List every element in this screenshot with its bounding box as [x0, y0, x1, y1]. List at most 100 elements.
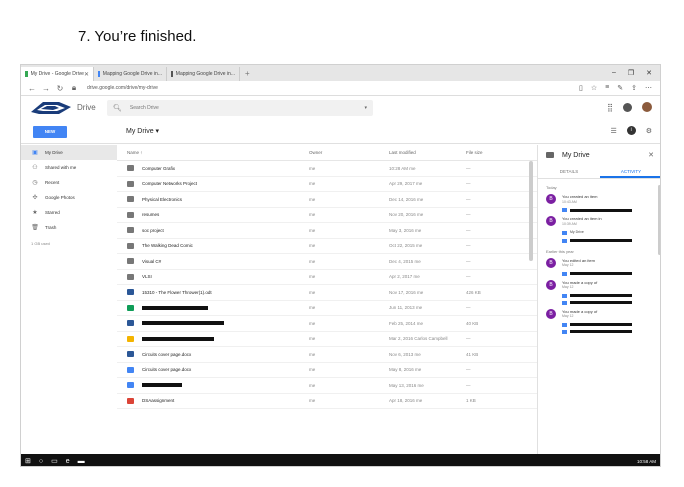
- file-list-scrollbar[interactable]: [529, 161, 533, 261]
- doc-icon: [562, 238, 567, 243]
- file-name: Computer Grafix: [142, 165, 176, 171]
- table-row[interactable]: me Mar 2, 2016 Carlos Campbell —: [117, 332, 537, 347]
- info-icon[interactable]: i: [626, 126, 636, 135]
- file-owner: me: [309, 351, 316, 357]
- new-tab-button[interactable]: +: [240, 69, 255, 78]
- table-row[interactable]: Computer Networks Project me Apr 29, 2017 …: [117, 177, 537, 192]
- forward-icon[interactable]: →: [39, 84, 53, 93]
- favorite-star-icon[interactable]: ☆: [591, 84, 597, 92]
- current-folder-dropdown[interactable]: My Drive ▾: [126, 127, 159, 135]
- org-logo-icon[interactable]: [29, 98, 73, 118]
- file-explorer-icon[interactable]: ▬: [78, 458, 85, 465]
- windows-start-icon[interactable]: ⊞: [25, 457, 31, 465]
- task-view-icon[interactable]: ▭: [51, 457, 58, 465]
- close-window-icon[interactable]: ✕: [646, 69, 652, 77]
- table-row[interactable]: Circuits cover page.docx me May 8, 2016 me…: [117, 363, 537, 378]
- activity-file[interactable]: [562, 293, 632, 298]
- windows-taskbar: ⊞ ○ ▭ e ▬ 10:58 AM: [21, 454, 660, 466]
- share-icon[interactable]: ⇪: [631, 84, 637, 92]
- details-scrollbar[interactable]: [658, 185, 660, 255]
- search-box[interactable]: 🔍︎ ▾: [107, 100, 373, 116]
- note-icon[interactable]: ✎: [617, 84, 623, 92]
- sidebar-item-starred[interactable]: ★ Starred: [21, 205, 117, 220]
- table-row[interactable]: Physical Electronics me Dec 14, 2016 me —: [117, 192, 537, 208]
- column-modified-header[interactable]: Last modified: [389, 150, 466, 155]
- folder-file-icon: [127, 211, 134, 218]
- table-row[interactable]: soc project me May 3, 2016 me —: [117, 223, 537, 239]
- table-row[interactable]: Circuits cover page.docx me Nov 6, 2013 me…: [117, 347, 537, 363]
- url-field[interactable]: drive.google.com/drive/my-drive: [87, 85, 579, 91]
- search-input[interactable]: [129, 105, 330, 111]
- sidebar-item-trash[interactable]: 🗑︎ Trash: [21, 220, 117, 235]
- hub-icon[interactable]: ≡: [605, 84, 609, 92]
- account-avatar[interactable]: [642, 102, 652, 112]
- browser-tab[interactable]: My Drive - Google Drive ✕: [21, 67, 94, 81]
- file-modified: Jun 11, 2013 me: [389, 305, 423, 311]
- table-row[interactable]: DSAassignment me Apr 18, 2016 me 1 KB: [117, 394, 537, 409]
- close-details-icon[interactable]: ✕: [648, 151, 654, 159]
- refresh-icon[interactable]: ↻: [53, 84, 67, 93]
- activity-file[interactable]: [562, 238, 632, 243]
- activity-file[interactable]: [562, 271, 632, 276]
- back-icon[interactable]: ←: [25, 84, 39, 93]
- trash-icon: 🗑︎: [31, 225, 39, 231]
- column-name-header[interactable]: Name ↑: [117, 150, 309, 155]
- table-row[interactable]: Computer Grafix me 10:28 AM me —: [117, 161, 537, 177]
- search-options-icon[interactable]: ▾: [364, 105, 367, 111]
- activity-file[interactable]: [562, 208, 632, 212]
- search-icon[interactable]: ○: [39, 458, 43, 465]
- browser-tab[interactable]: Mapping Google Drive in...: [94, 67, 167, 81]
- file-modified: May 8, 2016 me: [389, 367, 422, 373]
- table-row[interactable]: Visual C# me Dec 4, 2015 me —: [117, 254, 537, 270]
- activity-item: B You created an item 10:43 AM: [538, 190, 660, 212]
- file-size: —: [466, 243, 471, 249]
- more-icon[interactable]: ⋯: [645, 84, 652, 92]
- close-tab-icon[interactable]: ✕: [84, 71, 89, 78]
- pdf-file-icon: [127, 397, 134, 404]
- activity-file[interactable]: My Drive: [562, 230, 632, 236]
- sheet-file-icon: [127, 304, 134, 311]
- sidebar: ▣ My Drive ⚇ Shared with me ◷ Recent ✣ G…: [21, 145, 117, 455]
- sidebar-item-shared[interactable]: ⚇ Shared with me: [21, 160, 117, 175]
- reading-view-icon[interactable]: ▯: [579, 84, 583, 92]
- sidebar-item-my-drive[interactable]: ▣ My Drive: [21, 145, 117, 160]
- address-bar: ← → ↻ 🔒︎ drive.google.com/drive/my-drive…: [21, 81, 660, 96]
- browser-tab[interactable]: Mapping Google Drive in...: [167, 67, 240, 81]
- maximize-icon[interactable]: ❐: [628, 69, 634, 77]
- new-button[interactable]: NEW: [33, 126, 67, 138]
- minimize-icon[interactable]: –: [612, 69, 616, 77]
- activity-file[interactable]: [562, 300, 632, 305]
- file-size: —: [466, 305, 471, 311]
- file-modified: Oct 22, 2015 me: [389, 243, 423, 249]
- settings-gear-icon[interactable]: ⚙: [646, 127, 652, 135]
- sidebar-item-recent[interactable]: ◷ Recent: [21, 175, 117, 190]
- activity-file[interactable]: [562, 322, 632, 327]
- sidebar-item-photos[interactable]: ✣ Google Photos: [21, 190, 117, 205]
- activity-file[interactable]: [562, 329, 632, 334]
- redacted-name: [570, 272, 632, 275]
- file-name: 15310 - The Flower Thrower(1).odt: [142, 289, 212, 295]
- tab-activity[interactable]: ACTIVITY: [600, 165, 660, 178]
- table-row[interactable]: resumes me Nov 20, 2016 me —: [117, 208, 537, 223]
- tab-details[interactable]: DETAILS: [538, 165, 600, 178]
- file-modified: Mar 2, 2016 Carlos Campbell: [389, 336, 448, 342]
- table-row[interactable]: me Feb 25, 2014 me 40 KB: [117, 316, 537, 332]
- file-size: —: [466, 274, 471, 280]
- redacted-name: [570, 294, 632, 297]
- apps-grid-icon[interactable]: ⣿: [607, 103, 613, 112]
- edge-browser-icon[interactable]: e: [66, 458, 70, 465]
- sidebar-item-label: Trash: [45, 225, 57, 230]
- table-row[interactable]: me Jun 11, 2013 me —: [117, 301, 537, 316]
- storage-usage: 1 GB used: [31, 241, 50, 246]
- file-modified: Dec 4, 2015 me: [389, 258, 421, 264]
- table-row[interactable]: The Walking Dead Comic me Oct 22, 2015 me —: [117, 239, 537, 254]
- file-name-cell: Circuits cover page.docx: [117, 366, 309, 373]
- list-view-icon[interactable]: ☰: [610, 127, 616, 135]
- table-row[interactable]: VLSI me Apr 2, 2017 me —: [117, 270, 537, 285]
- doc-icon: [562, 271, 567, 276]
- table-row[interactable]: me May 13, 2016 me —: [117, 378, 537, 394]
- file-size: 426 KB: [466, 289, 481, 295]
- activity-item: B You created an item in 10:39 AM My Drive: [538, 212, 660, 243]
- table-row[interactable]: 15310 - The Flower Thrower(1).odt me Nov 1…: [117, 285, 537, 301]
- notifications-icon[interactable]: [623, 102, 632, 112]
